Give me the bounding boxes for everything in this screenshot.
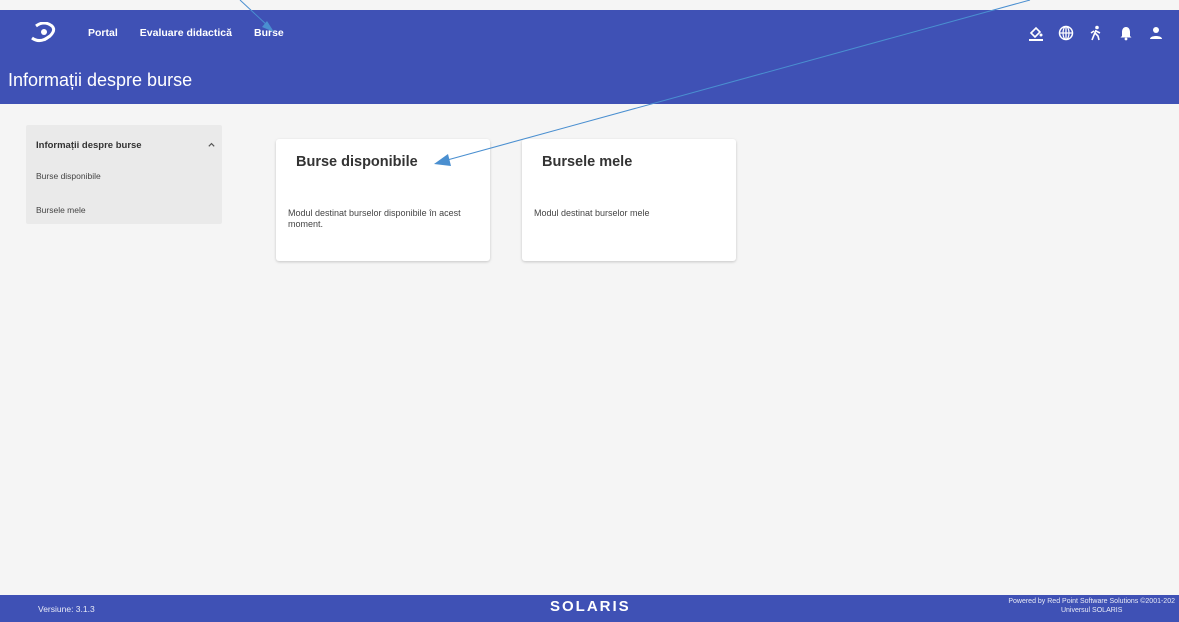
card-bursele-mele[interactable]: Bursele mele Modul destinat burselor mel…: [522, 139, 736, 261]
app-logo-icon[interactable]: [30, 21, 58, 44]
accessibility-paint-icon[interactable]: [1023, 20, 1049, 46]
top-icon-group: [1019, 10, 1169, 56]
card-description: Modul destinat burselor disponibile în a…: [288, 208, 461, 229]
solaris-logo: SOLARIS: [550, 598, 631, 615]
walking-person-icon[interactable]: [1083, 20, 1109, 46]
card-title: Bursele mele: [542, 154, 633, 170]
nav-item-burse[interactable]: Burse: [254, 27, 284, 39]
globe-icon[interactable]: [1053, 20, 1079, 46]
bell-icon[interactable]: [1113, 20, 1139, 46]
sidebar-section-header[interactable]: Informații despre burse: [36, 135, 216, 155]
sidebar-menu: Informații despre burse Burse disponibil…: [26, 125, 222, 224]
footer: Versiune: 3.1.3 SOLARIS Powered by Red P…: [0, 595, 1179, 622]
nav-item-evaluare-didactica[interactable]: Evaluare didactică: [140, 27, 232, 39]
user-icon[interactable]: [1143, 20, 1169, 46]
nav-item-portal[interactable]: Portal: [88, 27, 118, 39]
version-label: Versiune: 3.1.3: [38, 604, 95, 614]
page-title: Informații despre burse: [8, 70, 193, 90]
card-burse-disponibile[interactable]: Burse disponibile Modul destinat burselo…: [276, 139, 490, 261]
powered-by-subline: Universul SOLARIS: [1060, 607, 1123, 614]
card-description: Modul destinat burselor mele: [534, 208, 650, 218]
page-header: Informații despre burse: [0, 56, 1179, 104]
chevron-up-icon[interactable]: [207, 136, 216, 154]
powered-by-line: Powered by Red Point Software Solutions …: [1008, 598, 1175, 605]
sidebar-item-bursele-mele[interactable]: Bursele mele: [36, 205, 86, 215]
top-navigation-bar: Portal Evaluare didactică Burse: [0, 10, 1179, 57]
powered-by-text: Powered by Red Point Software Solutions …: [1008, 597, 1175, 615]
card-title: Burse disponibile: [296, 154, 418, 170]
sidebar-item-burse-disponibile[interactable]: Burse disponibile: [36, 171, 101, 181]
sidebar-section-label: Informații despre burse: [36, 139, 142, 151]
main-nav: Portal Evaluare didactică Burse: [88, 10, 306, 56]
